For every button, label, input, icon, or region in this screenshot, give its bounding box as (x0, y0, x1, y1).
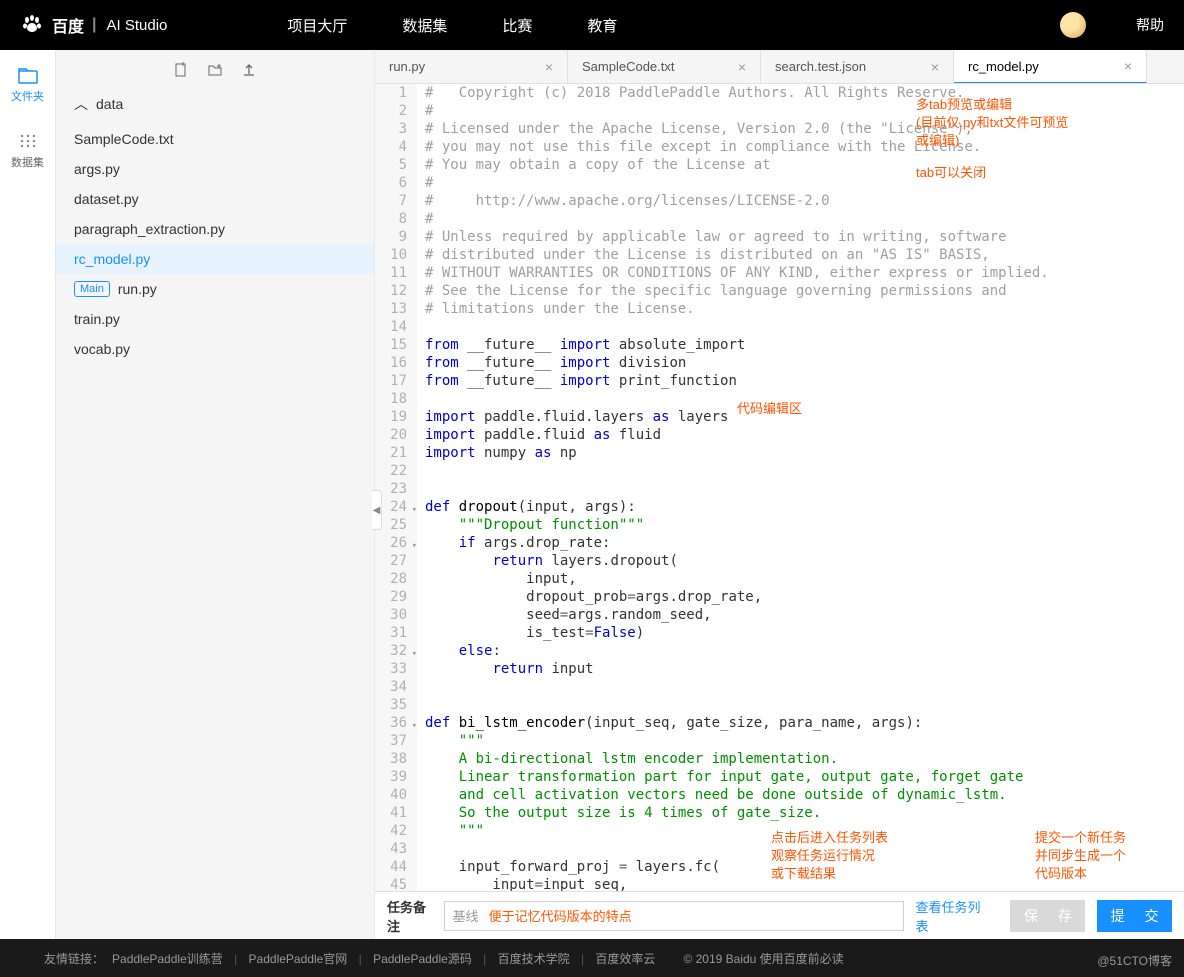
new-file-icon[interactable] (173, 62, 189, 78)
editor-area: run.py×SampleCode.txt×search.test.json×r… (375, 50, 1184, 939)
upload-icon[interactable] (241, 62, 257, 78)
bottom-bar: 任务备注 基线 便于记忆代码版本的特点 查看任务列表 保 存 提 交 (375, 891, 1184, 939)
file-item[interactable]: SampleCode.txt (56, 124, 374, 154)
sidebar-datasets[interactable]: 数据集 (11, 132, 44, 170)
file-name: SampleCode.txt (74, 131, 174, 147)
sidebar-files[interactable]: 文件夹 (11, 68, 44, 104)
footer-link[interactable]: PaddlePaddle训练营 (112, 952, 223, 966)
nav-datasets[interactable]: 数据集 (402, 15, 447, 36)
logo-text-sub: AI Studio (107, 17, 168, 34)
logo[interactable]: 百度 | AI Studio (20, 13, 167, 37)
file-item[interactable]: vocab.py (56, 334, 374, 364)
editor-tab[interactable]: search.test.json × (761, 50, 954, 83)
top-bar: 百度 | AI Studio 项目大厅 数据集 比赛 教育 帮助 (0, 0, 1184, 50)
editor-tab[interactable]: rc_model.py × (954, 50, 1147, 83)
tab-label: SampleCode.txt (582, 59, 675, 74)
file-name: vocab.py (74, 341, 130, 357)
tab-label: search.test.json (775, 59, 866, 74)
file-item[interactable]: args.py (56, 154, 374, 184)
editor-tab[interactable]: SampleCode.txt × (568, 50, 761, 83)
close-icon[interactable]: × (1124, 58, 1132, 74)
tab-label: rc_model.py (968, 59, 1039, 74)
tab-label: run.py (389, 59, 425, 74)
footer-link[interactable]: PaddlePaddle源码 (373, 952, 472, 966)
top-nav: 项目大厅 数据集 比赛 教育 (287, 15, 617, 36)
file-item[interactable]: paragraph_extraction.py (56, 214, 374, 244)
file-name: train.py (74, 311, 120, 327)
help-link[interactable]: 帮助 (1136, 15, 1164, 35)
file-name: dataset.py (74, 191, 139, 207)
file-explorer: ︿ data SampleCode.txt args.py dataset.py pa… (56, 50, 375, 939)
save-button[interactable]: 保 存 (1010, 900, 1085, 932)
file-name: paragraph_extraction.py (74, 221, 225, 237)
watermark: @51CTO博客 (1097, 952, 1172, 969)
file-item[interactable]: dataset.py (56, 184, 374, 214)
view-tasks-link[interactable]: 查看任务列表 (916, 897, 983, 935)
code-editor[interactable]: 1# Copyright (c) 2018 PaddlePaddle Autho… (375, 84, 1184, 891)
file-name: args.py (74, 161, 120, 177)
editor-tab[interactable]: run.py × (375, 50, 568, 83)
task-remark-label: 任务备注 (387, 897, 432, 935)
folder-icon (18, 68, 38, 84)
footer-link[interactable]: 百度效率云 (595, 952, 655, 966)
footer-link[interactable]: 百度技术学院 (498, 952, 570, 966)
baidu-paw-icon (20, 13, 44, 37)
left-sidebar: 文件夹 数据集 (0, 50, 56, 939)
new-folder-icon[interactable] (207, 62, 223, 78)
footer-link[interactable]: PaddlePaddle官网 (249, 952, 348, 966)
folder-data[interactable]: ︿ data (56, 88, 374, 120)
nav-education[interactable]: 教育 (587, 15, 617, 36)
close-icon[interactable]: × (738, 59, 746, 75)
user-avatar[interactable] (1060, 12, 1086, 38)
footer: 友情链接： PaddlePaddle训练营 | PaddlePaddle官网 |… (0, 939, 1184, 977)
main-badge: Main (74, 281, 110, 297)
task-remark-input[interactable]: 基线 便于记忆代码版本的特点 (444, 901, 904, 931)
collapse-handle[interactable]: ◀ (372, 490, 382, 530)
file-item[interactable]: train.py (56, 304, 374, 334)
nav-projects[interactable]: 项目大厅 (287, 15, 347, 36)
chevron-up-icon: ︿ (74, 94, 88, 114)
footer-copyright: © 2019 Baidu 使用百度前必读 (683, 950, 843, 967)
file-name: run.py (118, 281, 157, 297)
dataset-icon (18, 132, 38, 150)
file-name: rc_model.py (74, 251, 150, 267)
editor-tabs: run.py×SampleCode.txt×search.test.json×r… (375, 50, 1184, 84)
close-icon[interactable]: × (931, 59, 939, 75)
nav-competitions[interactable]: 比赛 (502, 15, 532, 36)
footer-label: 友情链接： (44, 950, 104, 967)
logo-text-cn: 百度 (52, 13, 84, 37)
file-item[interactable]: Main run.py (56, 274, 374, 304)
file-item[interactable]: rc_model.py (56, 244, 374, 274)
submit-button[interactable]: 提 交 (1097, 900, 1172, 932)
close-icon[interactable]: × (545, 59, 553, 75)
